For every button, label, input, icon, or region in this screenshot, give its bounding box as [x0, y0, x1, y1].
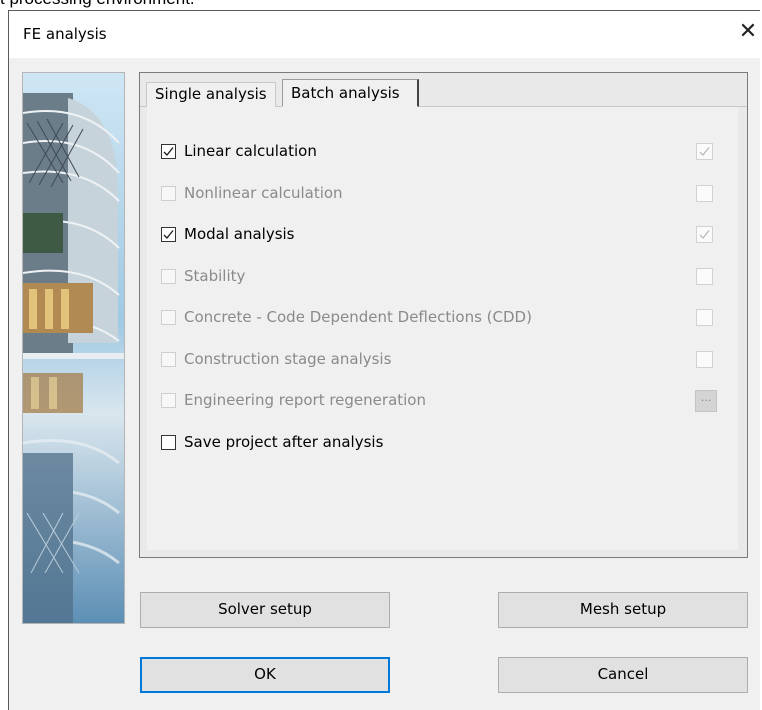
linear-calculation-checkbox[interactable] — [161, 143, 176, 159]
construction-stage-report-checkbox — [696, 351, 713, 368]
stability-report-checkbox — [696, 268, 713, 285]
option-engineering-report-regeneration: Engineering report regeneration — [161, 389, 426, 411]
stability-checkbox — [161, 268, 176, 284]
construction-stage-label: Construction stage analysis — [184, 350, 392, 368]
option-linear-calculation[interactable]: Linear calculation — [161, 140, 317, 162]
title-bar: FE analysis ✕ — [9, 11, 760, 58]
construction-stage-checkbox — [161, 351, 176, 367]
dialog-title: FE analysis — [23, 25, 107, 43]
modal-analysis-label: Modal analysis — [184, 225, 295, 243]
analysis-panel: Single analysis Batch analysis Linear ca… — [139, 72, 748, 558]
tab-single-analysis[interactable]: Single analysis — [146, 82, 276, 107]
save-project-checkbox[interactable] — [161, 434, 176, 450]
mesh-setup-button[interactable]: Mesh setup — [498, 592, 748, 628]
option-modal-analysis[interactable]: Modal analysis — [161, 223, 295, 245]
fe-analysis-dialog: FE analysis ✕ Single analysis Batch anal… — [8, 10, 760, 710]
solver-setup-button[interactable]: Solver setup — [140, 592, 390, 628]
modal-analysis-report-checkbox — [696, 226, 713, 243]
concrete-cdd-checkbox — [161, 309, 176, 325]
engineering-report-browse-button: ... — [695, 390, 717, 412]
engineering-report-checkbox — [161, 392, 176, 408]
concrete-cdd-report-checkbox — [696, 309, 713, 326]
concrete-cdd-label: Concrete - Code Dependent Deflections (C… — [184, 308, 532, 326]
close-icon[interactable]: ✕ — [735, 19, 761, 45]
option-stability: Stability — [161, 265, 245, 287]
option-construction-stage-analysis: Construction stage analysis — [161, 348, 391, 370]
option-save-project[interactable]: Save project after analysis — [161, 431, 383, 453]
cancel-button[interactable]: Cancel — [498, 657, 748, 693]
engineering-report-label: Engineering report regeneration — [184, 391, 426, 409]
tab-batch-analysis[interactable]: Batch analysis — [282, 79, 419, 107]
nonlinear-calculation-checkbox — [161, 185, 176, 201]
batch-analysis-content: Linear calculation Nonlinear calculation… — [147, 107, 738, 550]
linear-calculation-label: Linear calculation — [184, 142, 317, 160]
ok-button[interactable]: OK — [140, 657, 390, 693]
nonlinear-calculation-label: Nonlinear calculation — [184, 184, 343, 202]
stability-label: Stability — [184, 267, 246, 285]
save-project-label: Save project after analysis — [184, 433, 384, 451]
linear-calculation-report-checkbox — [696, 143, 713, 160]
modal-analysis-checkbox[interactable] — [161, 226, 176, 242]
background-caption-text: t processing environment. — [0, 0, 195, 9]
option-nonlinear-calculation: Nonlinear calculation — [161, 182, 343, 204]
option-concrete-cdd: Concrete - Code Dependent Deflections (C… — [161, 306, 532, 328]
building-illustration — [22, 72, 125, 624]
nonlinear-calculation-report-checkbox — [696, 185, 713, 202]
